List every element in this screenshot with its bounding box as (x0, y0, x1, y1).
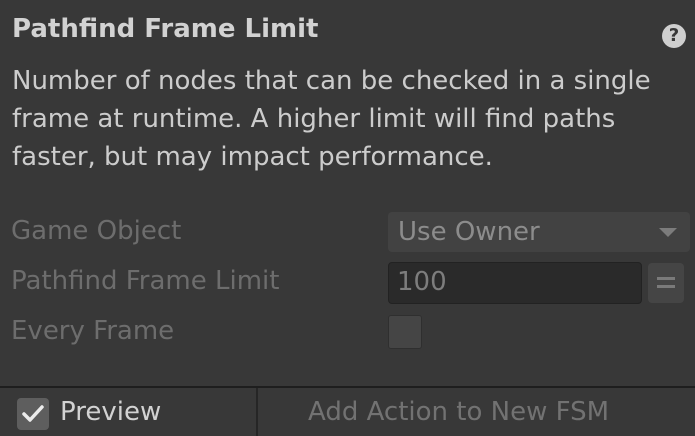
footer-bar: Preview Add Action to New FSM (0, 386, 695, 436)
game-object-row: Game Object Use Owner (0, 212, 695, 256)
preview-checkbox[interactable] (17, 398, 49, 430)
preview-toggle[interactable]: Preview (0, 388, 258, 436)
every-frame-checkbox[interactable] (388, 315, 422, 349)
pathfind-frame-limit-value: 100 (397, 267, 447, 297)
preview-label: Preview (60, 397, 162, 427)
game-object-label: Game Object (11, 216, 182, 246)
action-description: Number of nodes that can be checked in a… (12, 66, 651, 172)
add-action-label: Add Action to New FSM (308, 397, 610, 427)
add-action-button[interactable]: Add Action to New FSM (258, 388, 695, 436)
pathfind-frame-limit-input[interactable]: 100 (388, 262, 642, 304)
variable-toggle-button[interactable] (648, 263, 684, 303)
action-title: Pathfind Frame Limit (12, 14, 319, 44)
game-object-value: Use Owner (398, 217, 540, 247)
every-frame-row: Every Frame (0, 312, 695, 356)
every-frame-label: Every Frame (11, 316, 175, 346)
equals-icon (657, 277, 675, 280)
game-object-dropdown[interactable]: Use Owner (388, 212, 690, 252)
checkmark-icon (22, 405, 44, 422)
equals-icon (657, 285, 675, 288)
help-icon[interactable]: ? (662, 24, 686, 48)
chevron-down-icon (659, 228, 677, 237)
pathfind-frame-limit-row: Pathfind Frame Limit 100 (0, 262, 695, 306)
action-editor-panel: Pathfind Frame Limit ? Number of nodes t… (0, 0, 695, 436)
pathfind-frame-limit-label: Pathfind Frame Limit (11, 266, 280, 296)
